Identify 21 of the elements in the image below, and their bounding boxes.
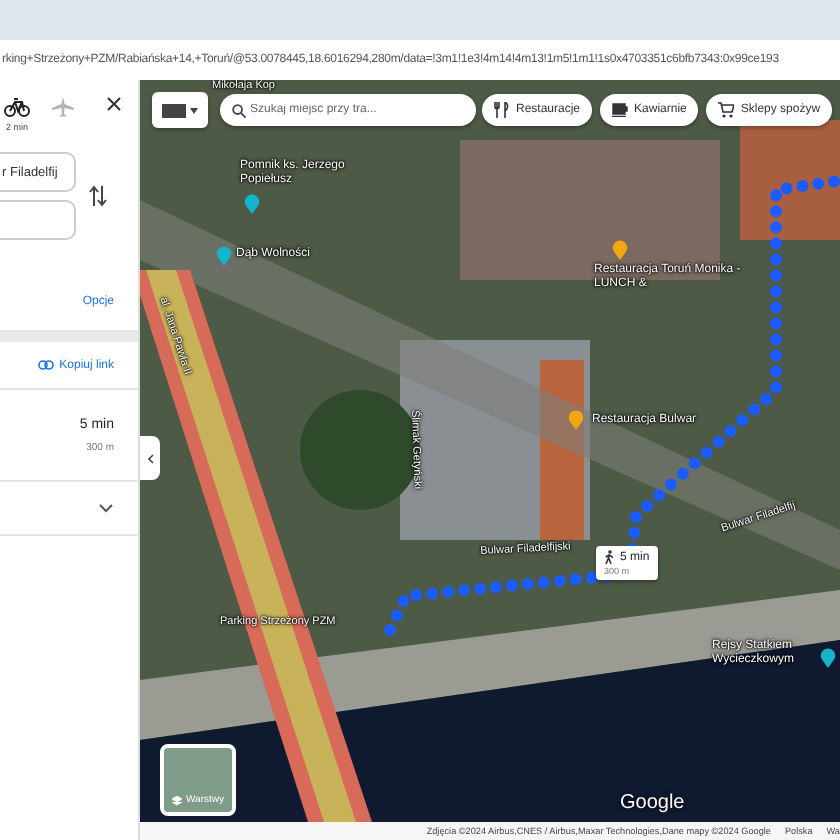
cart-icon (718, 102, 735, 118)
airplane-icon (50, 96, 76, 118)
google-logo: Google (620, 792, 685, 814)
map-pin-icon[interactable] (820, 648, 836, 668)
search-icon (232, 103, 246, 117)
bicycle-icon (4, 96, 30, 118)
destination-field[interactable] (0, 200, 76, 240)
cup-icon (612, 102, 629, 118)
collapse-panel-button[interactable] (140, 436, 160, 480)
chevron-down-icon[interactable] (98, 502, 114, 514)
layers-icon (172, 796, 182, 806)
swap-arrows-icon[interactable] (88, 184, 108, 208)
satellite-icon (162, 103, 186, 117)
walking-person-icon (604, 550, 614, 564)
close-icon (106, 96, 122, 112)
fork-knife-icon (494, 102, 510, 118)
map-pin-icon[interactable] (244, 194, 260, 214)
map-type-button[interactable] (152, 92, 208, 128)
link-icon (37, 360, 54, 370)
chevron-left-icon (147, 453, 153, 463)
caret-icon (190, 107, 198, 113)
